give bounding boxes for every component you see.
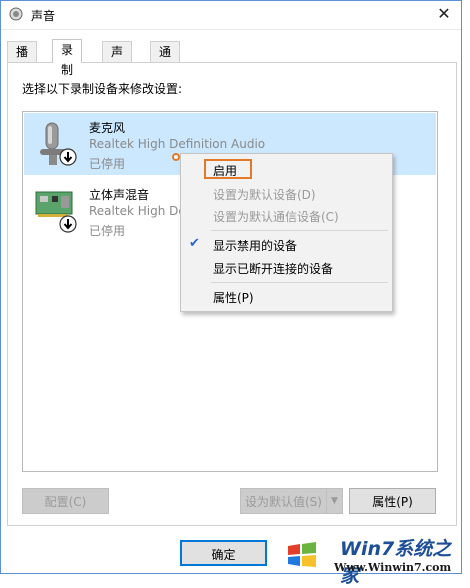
tab-communications[interactable]: 通信: [150, 41, 181, 79]
menu-separator: [211, 230, 388, 231]
microphone-icon: [40, 122, 77, 166]
device-status: 已停用: [89, 157, 126, 171]
tab-sounds[interactable]: 声音: [102, 41, 133, 79]
menu-item-show-disconnected[interactable]: 显示已断开连接的设备: [213, 260, 333, 277]
device-status: 已停用: [89, 224, 126, 238]
watermark: Win7系统之家 Www.Winwin7.com: [272, 530, 468, 587]
watermark-url: Www.Winwin7.com: [334, 561, 452, 574]
ok-button[interactable]: 确定: [180, 540, 267, 566]
menu-item-properties[interactable]: 属性(P): [213, 289, 254, 306]
sound-card-icon: [35, 191, 77, 233]
device-name: 麦克风: [89, 121, 126, 135]
close-button[interactable]: ✕: [431, 3, 457, 25]
menu-separator: [211, 282, 388, 283]
windows-logo-icon: [284, 537, 320, 573]
menu-item-show-disabled[interactable]: 显示禁用的设备: [213, 237, 297, 254]
context-menu: 启用 设置为默认设备(D) 设置为默认通信设备(C) ✔ 显示禁用的设备 显示已…: [180, 153, 393, 312]
device-driver: Realtek High Definition Audio: [89, 137, 266, 151]
configure-button[interactable]: 配置(C): [22, 488, 109, 514]
title-bar: 声音 ✕: [1, 1, 461, 30]
properties-button[interactable]: 属性(P): [349, 488, 436, 514]
cursor-marker: [172, 153, 180, 161]
tab-recording[interactable]: 录制: [52, 39, 83, 77]
window-title: 声音: [31, 9, 56, 23]
menu-item-set-default[interactable]: 设置为默认设备(D): [213, 186, 316, 203]
checkmark-icon: ✔: [189, 236, 200, 251]
instruction-text: 选择以下录制设备来修改设置:: [22, 82, 183, 96]
set-default-button[interactable]: 设为默认值(S): [240, 488, 327, 514]
menu-item-enable[interactable]: 启用: [213, 162, 237, 179]
menu-item-set-default-communication[interactable]: 设置为默认通信设备(C): [213, 208, 339, 225]
device-name: 立体声混音: [89, 188, 150, 202]
chevron-down-icon[interactable]: ▼: [326, 488, 343, 514]
tab-playback[interactable]: 播放: [7, 41, 38, 79]
speaker-icon: [9, 7, 23, 21]
